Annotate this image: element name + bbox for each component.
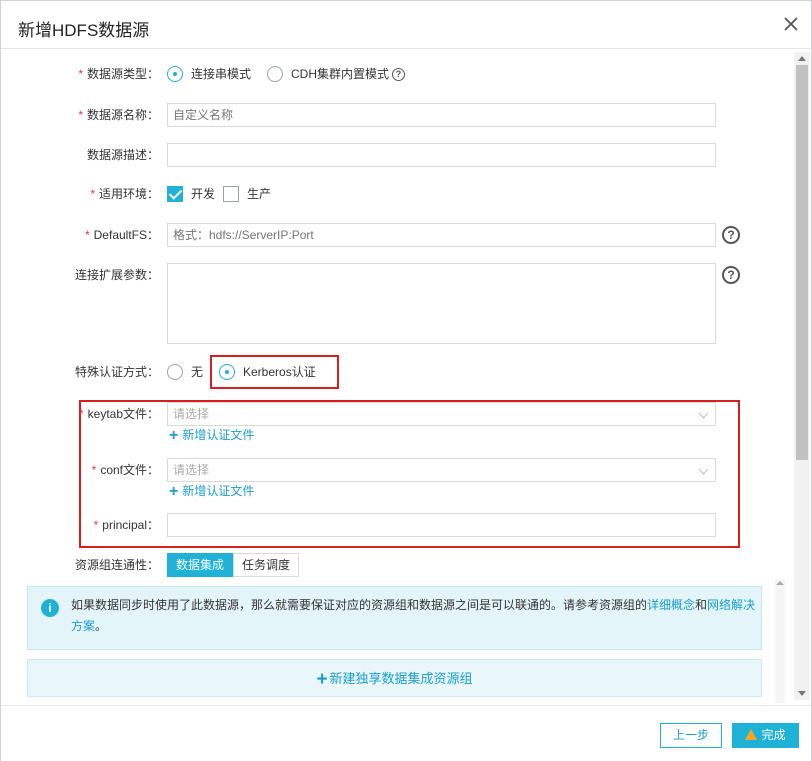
resgroup-label: 资源组连通性： [74, 558, 159, 572]
dialog-header: 新增HDFS数据源 [1, 1, 811, 49]
chevron-down-icon [698, 408, 709, 419]
scrollbar-thumb[interactable] [796, 65, 808, 460]
desc-label: 数据源描述： [86, 148, 159, 162]
plus-icon: + [316, 669, 328, 690]
keytab-add-file-link[interactable]: + 新增认证文件 [169, 427, 254, 444]
defaultfs-input[interactable] [167, 223, 716, 247]
dialog-footer: 上一步 完成 [1, 705, 811, 761]
plus-icon: + [169, 483, 179, 500]
env-prod-label: 生产 [247, 187, 272, 201]
info-icon: i [41, 599, 59, 617]
name-row: * 数据源名称： [1, 103, 781, 133]
scroll-up-icon[interactable] [776, 581, 784, 585]
env-row: * 适用环境： 开发 生产 [1, 182, 781, 212]
env-label: * 适用环境： [90, 187, 159, 201]
conf-select[interactable]: 请选择 [167, 458, 716, 482]
ext-textarea[interactable] [167, 263, 716, 344]
type-label: * 数据源类型： [78, 67, 159, 81]
principal-input[interactable] [167, 513, 716, 537]
name-label: * 数据源名称： [78, 108, 159, 122]
auth-option-none[interactable]: 无 [191, 360, 203, 384]
tab-task-scheduling[interactable]: 任务调度 [233, 553, 300, 577]
resgroup-row: 资源组连通性： 数据集成 任务调度 [1, 553, 781, 583]
keytab-row: * keytab文件： 请选择 [1, 402, 781, 432]
env-dev-checkbox[interactable] [167, 186, 183, 202]
type-option-cdh[interactable]: CDH集群内置模式 [291, 62, 389, 86]
desc-row: 数据源描述： [1, 143, 781, 173]
close-icon[interactable] [781, 14, 801, 34]
conf-label: * conf文件： [91, 463, 159, 477]
question-circle-icon[interactable]: ? [722, 226, 740, 244]
name-input[interactable] [167, 103, 716, 127]
principal-label: * principal： [93, 518, 159, 532]
desc-input[interactable] [167, 143, 716, 167]
scrollbar[interactable] [794, 52, 810, 700]
conf-row: * conf文件： 请选择 [1, 458, 781, 488]
tab-data-integration[interactable]: 数据集成 [167, 553, 234, 577]
keytab-label: * keytab文件： [78, 407, 159, 421]
keytab-select[interactable]: 请选择 [167, 402, 716, 426]
info-alert: i 如果数据同步时使用了此数据源，那么就需要保证对应的资源组和数据源之间是可以联… [27, 586, 762, 650]
plus-icon: + [169, 427, 179, 444]
dialog: 新增HDFS数据源 * 数据源类型： 连接串模式 CDH集群内置模式 ? * 数据源… [0, 0, 812, 761]
env-dev-label: 开发 [191, 187, 216, 201]
dialog-body: *数据源类型： 连接串模式 CDH集群内置模式 ? *数据源名称： 数据源描述：… [1, 50, 811, 705]
type-option-connstr[interactable]: 连接串模式 [191, 62, 251, 86]
type-radio-cdh[interactable] [267, 66, 283, 82]
complete-button[interactable]: 完成 [732, 723, 799, 748]
ext-label: 连接扩展参数： [74, 268, 159, 282]
chevron-down-icon [698, 464, 709, 475]
auth-label: 特殊认证方式： [74, 365, 159, 379]
detail-concept-link[interactable]: 详细概念 [647, 598, 695, 612]
scroll-down-icon[interactable] [798, 691, 806, 696]
env-prod-checkbox[interactable] [223, 186, 239, 202]
prev-step-button[interactable]: 上一步 [660, 723, 722, 748]
defaultfs-label: * DefaultFS： [84, 228, 159, 242]
conf-add-file-link[interactable]: + 新增认证文件 [169, 483, 254, 500]
auth-radio-none[interactable] [167, 364, 183, 380]
dialog-title: 新增HDFS数据源 [18, 21, 150, 40]
type-row: * 数据源类型： 连接串模式 CDH集群内置模式 ? [1, 62, 781, 92]
type-radio-connstr[interactable] [167, 66, 183, 82]
warning-icon [745, 729, 758, 740]
question-circle-icon[interactable]: ? [722, 266, 740, 284]
ext-row: 连接扩展参数： ? [1, 263, 781, 345]
scroll-up-icon[interactable] [798, 56, 806, 61]
defaultfs-row: *DefaultFS： ? [1, 223, 781, 253]
principal-row: * principal： [1, 513, 781, 543]
new-resource-group-button[interactable]: + 新建独享数据集成资源组 [27, 659, 762, 697]
inner-scrollbar[interactable] [775, 579, 785, 703]
kerberos-highlight-box [210, 355, 339, 389]
auth-row: 特殊认证方式： 无 Kerberos认证 [1, 360, 781, 390]
info-text: 如果数据同步时使用了此数据源，那么就需要保证对应的资源组和数据源之间是可以联通的… [71, 598, 756, 633]
question-circle-icon[interactable]: ? [392, 68, 405, 81]
